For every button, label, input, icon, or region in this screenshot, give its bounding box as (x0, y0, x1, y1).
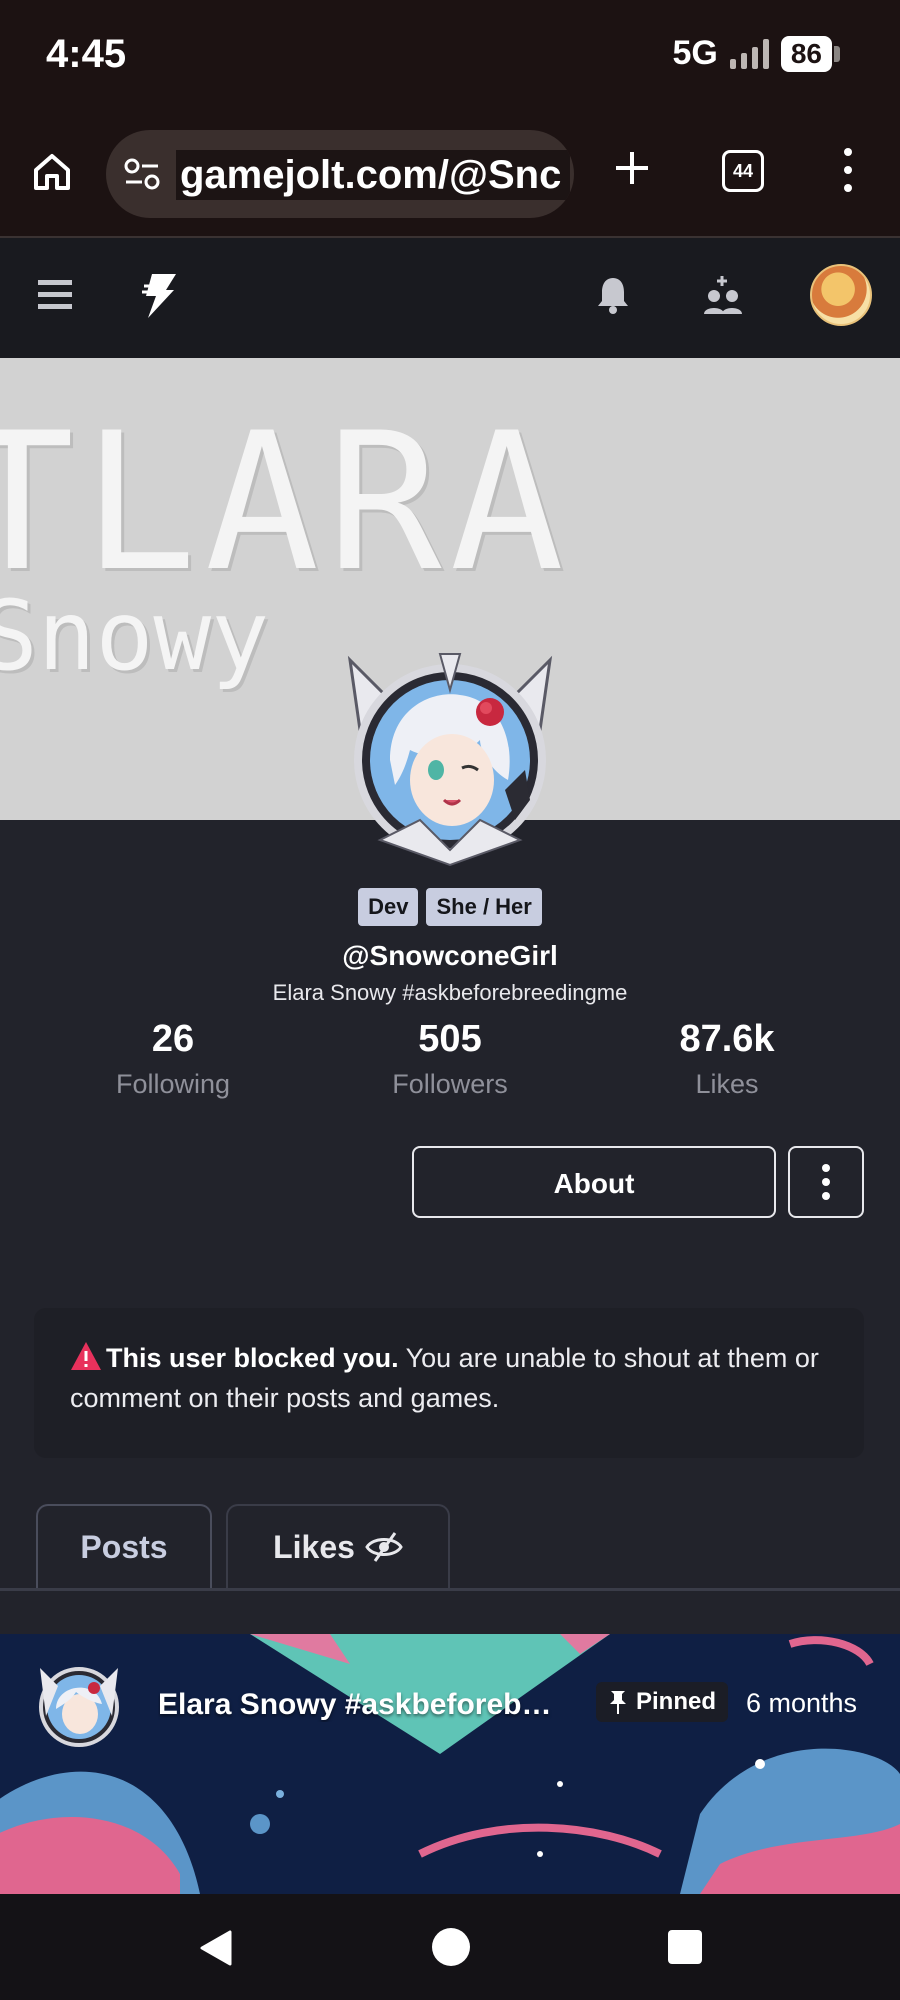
status-time: 4:45 (46, 32, 127, 76)
browser-menu-icon[interactable] (840, 146, 856, 194)
pronoun-tag: She / Her (426, 888, 542, 926)
user-avatar[interactable] (810, 264, 872, 326)
system-nav-bar (0, 1894, 900, 2000)
profile-display-name: Elara Snowy #askbeforebreedingme (272, 980, 628, 1005)
tab-switcher-button[interactable]: 44 (722, 150, 764, 192)
tab-label: Likes (273, 1528, 355, 1565)
blocked-notice-title: This user blocked you. (106, 1343, 399, 1373)
tab-posts[interactable]: Posts (36, 1504, 212, 1588)
network-label: 5G (672, 34, 718, 72)
post-timestamp: 6 months (746, 1688, 858, 1718)
pinned-post[interactable]: Elara Snowy #askbeforebreedingme Pinned … (0, 1634, 900, 1894)
dev-tag: Dev (358, 888, 419, 926)
tab-label: Posts (80, 1528, 168, 1565)
profile-username: @SnowconeGirl (342, 940, 558, 971)
menu-icon[interactable] (38, 280, 72, 310)
stat-followers[interactable]: 505 Followers (340, 1018, 560, 1100)
profile-more-button[interactable] (788, 1146, 864, 1218)
stat-label: Following (115, 1069, 231, 1099)
pinned-badge: Pinned (596, 1682, 729, 1722)
new-tab-icon[interactable] (612, 148, 652, 188)
about-button[interactable]: About (412, 1146, 776, 1218)
address-bar[interactable]: gamejolt.com/@Snc (106, 130, 574, 218)
notifications-bell-icon[interactable] (596, 274, 630, 314)
battery-icon: 86 (780, 35, 840, 72)
back-icon[interactable] (196, 1928, 236, 1968)
post-author-name[interactable]: Elara Snowy #askbeforebreedingme (158, 1688, 558, 1722)
profile-tags: Dev She / Her (0, 888, 900, 926)
home-icon[interactable] (30, 150, 74, 194)
friends-icon[interactable] (702, 274, 742, 316)
stat-label: Followers (392, 1069, 508, 1099)
status-bar: 4:45 5G 86 (0, 0, 900, 116)
warning-icon (71, 1342, 101, 1370)
stat-label: Likes (695, 1069, 759, 1099)
home-nav-icon[interactable] (432, 1928, 470, 1966)
battery-level: 86 (780, 35, 832, 72)
profile-tabs: Posts Likes (0, 1504, 900, 1591)
pin-icon (610, 1691, 626, 1714)
stat-likes[interactable]: 87.6k Likes (617, 1018, 837, 1100)
profile-avatar[interactable] (340, 650, 560, 870)
status-indicators: 5G 86 (672, 34, 840, 73)
stat-value: 87.6k (679, 1018, 775, 1060)
site-settings-icon[interactable] (122, 156, 162, 192)
recents-icon[interactable] (668, 1930, 702, 1964)
stat-value: 505 (418, 1018, 482, 1060)
signal-icon (729, 38, 769, 69)
browser-toolbar: gamejolt.com/@Snc 44 (0, 116, 900, 238)
post-author-avatar[interactable] (36, 1664, 122, 1750)
url-text[interactable]: gamejolt.com/@Snc (176, 150, 570, 200)
app-header (0, 238, 900, 358)
post-background (0, 1634, 900, 1894)
gamejolt-logo-icon[interactable] (140, 272, 180, 320)
hidden-eye-icon (365, 1532, 403, 1562)
banner-subtext: Snowy (0, 580, 269, 692)
blocked-notice: This user blocked you. You are unable to… (34, 1308, 864, 1458)
stat-value: 26 (151, 1018, 195, 1060)
tab-likes[interactable]: Likes (226, 1504, 450, 1588)
stat-following[interactable]: 26 Following (63, 1018, 283, 1100)
pinned-label: Pinned (636, 1688, 717, 1715)
more-vertical-icon (822, 1164, 830, 1200)
